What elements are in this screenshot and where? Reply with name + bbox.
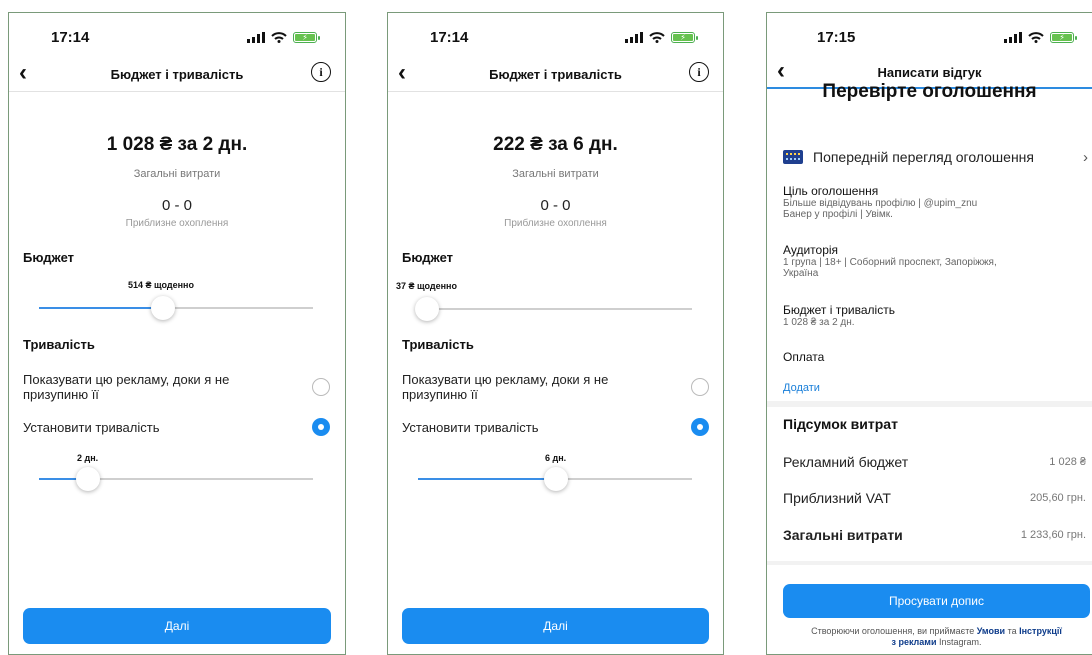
status-time: 17:14: [430, 29, 469, 46]
budget-line: 1 028 ₴ за 2 дн.: [783, 317, 855, 328]
cost-label-total: Загальні витрати: [783, 527, 903, 543]
reach-label: Приблизне охоплення: [125, 218, 229, 229]
audience-line-2: Україна: [783, 268, 819, 279]
duration-slider-value: 6 дн.: [545, 453, 567, 463]
battery-icon: ⚡: [293, 32, 320, 43]
cost-row-vat: Приблизний VAT 205,60 грн.: [783, 490, 1086, 506]
ad-guides-link-2[interactable]: з реклами: [891, 637, 936, 647]
duration-slider-thumb[interactable]: [544, 467, 568, 491]
section-divider: [767, 401, 1092, 407]
total-spend-label: Загальні витрати: [133, 168, 221, 180]
legal-text-and: та: [1007, 626, 1017, 636]
phone-screen-review: 17:15 ⚡ ‹ Написати відгук Перевірте огол…: [766, 12, 1092, 655]
chevron-right-icon[interactable]: ›: [1083, 149, 1088, 166]
page-title: Написати відгук: [877, 65, 982, 80]
budget-slider-value: 514 ₴ щоденно: [128, 280, 194, 290]
next-button[interactable]: Далі: [402, 608, 709, 644]
wifi-icon: [271, 32, 287, 43]
duration-slider-value: 2 дн.: [77, 453, 99, 463]
duration-slider-thumb[interactable]: [76, 467, 100, 491]
cost-value-total: 1 233,60 грн.: [1020, 529, 1086, 541]
budget-slider-thumb[interactable]: [151, 296, 175, 320]
signal-icon: [247, 32, 265, 43]
duration-slider[interactable]: [418, 467, 692, 491]
audience-line-1: 1 група | 18+ | Соборний проспект, Запор…: [783, 257, 997, 268]
option-until-pause[interactable]: Показувати цю рекламу, доки я не призупи…: [23, 372, 273, 402]
add-payment-link[interactable]: Додати: [783, 382, 1082, 394]
ad-preview-label: Попередній перегляд оголошення: [813, 149, 1034, 165]
budget-slider-value: 37 ₴ щоденно: [396, 281, 457, 291]
summary-title: Підсумок витрат: [783, 416, 898, 432]
reach-value: 0 - 0: [161, 197, 192, 214]
signal-icon: [625, 32, 643, 43]
nav-bar: ‹ Бюджет і тривалість i: [9, 57, 345, 92]
goal-line-2: Банер у профілі | Увімк.: [783, 209, 893, 220]
goal-title: Ціль оголошення: [783, 184, 879, 198]
duration-heading: Тривалість: [402, 337, 474, 352]
option-until-pause[interactable]: Показувати цю рекламу, доки я не призупи…: [402, 372, 652, 402]
info-icon[interactable]: i: [311, 62, 331, 82]
status-bar: 17:15 ⚡: [767, 29, 1092, 51]
budget-heading: Бюджет: [23, 250, 74, 265]
cost-value-budget: 1 028 ₴: [1049, 456, 1086, 468]
promote-post-button[interactable]: Просувати допис: [783, 584, 1090, 618]
radio-set-duration[interactable]: [312, 418, 330, 436]
radio-until-pause[interactable]: [691, 378, 709, 396]
legal-text-end: Instagram.: [939, 637, 982, 647]
page-title: Бюджет і тривалість: [110, 67, 244, 82]
signal-icon: [1004, 32, 1022, 43]
duration-slider[interactable]: [39, 467, 313, 491]
reach-label: Приблизне охоплення: [504, 218, 607, 229]
total-spend: 1 028 ₴ за 2 дн.: [106, 134, 248, 155]
cost-value-vat: 205,60 грн.: [1030, 492, 1086, 504]
radio-set-duration[interactable]: [691, 418, 709, 436]
page-title: Бюджет і тривалість: [489, 67, 622, 82]
status-bar: 17:14 ⚡: [388, 29, 723, 51]
info-icon[interactable]: i: [689, 62, 709, 82]
terms-link[interactable]: Умови: [977, 626, 1005, 636]
legal-text: Створюючи оголошення, ви приймаєте Умови…: [783, 626, 1090, 648]
cost-label-budget: Рекламний бюджет: [783, 454, 909, 470]
ad-preview-row[interactable]: Попередній перегляд оголошення: [783, 149, 1034, 165]
radio-until-pause[interactable]: [312, 378, 330, 396]
budget-slider-thumb[interactable]: [415, 297, 439, 321]
battery-icon: ⚡: [671, 32, 698, 43]
audience-row[interactable]: Аудиторія 1 група | 18+ | Соборний просп…: [783, 243, 1082, 279]
audience-title: Аудиторія: [783, 243, 839, 257]
status-time: 17:15: [817, 29, 856, 46]
duration-heading: Тривалість: [23, 337, 95, 352]
goal-line-1: Більше відвідувань профілю | @upim_znu: [783, 198, 978, 209]
section-divider: [767, 561, 1092, 565]
next-button[interactable]: Далі: [23, 608, 331, 644]
ad-thumbnail-icon: [783, 150, 803, 164]
wifi-icon: [649, 32, 665, 43]
budget-slider[interactable]: [415, 297, 692, 321]
phone-screen-budget-1: 17:14 ⚡ ‹ Бюджет і тривалість i 1 028 ₴ …: [8, 12, 346, 655]
payment-row: Оплата: [783, 350, 1082, 364]
status-time: 17:14: [51, 29, 90, 46]
budget-row[interactable]: Бюджет і тривалість 1 028 ₴ за 2 дн.: [783, 303, 1082, 328]
option-set-duration[interactable]: Установити тривалість: [402, 420, 538, 435]
reach-value: 0 - 0: [540, 197, 571, 214]
option-set-duration[interactable]: Установити тривалість: [23, 420, 159, 435]
status-bar: 17:14 ⚡: [9, 29, 345, 51]
ad-guides-link[interactable]: Інструкції: [1019, 626, 1062, 636]
total-spend: 222 ₴ за 6 дн.: [493, 134, 618, 155]
review-heading: Перевірте оголошення: [822, 81, 1037, 101]
cost-row-total: Загальні витрати 1 233,60 грн.: [783, 527, 1086, 543]
cost-label-vat: Приблизний VAT: [783, 490, 891, 506]
budget-heading: Бюджет: [402, 250, 453, 265]
phone-screen-budget-2: 17:14 ⚡ ‹ Бюджет і тривалість i 222 ₴ за…: [387, 12, 724, 655]
total-spend-label: Загальні витрати: [512, 168, 599, 180]
goal-row[interactable]: Ціль оголошення Більше відвідувань профі…: [783, 184, 1082, 220]
nav-bar: ‹ Бюджет і тривалість i: [388, 57, 723, 92]
legal-text-start: Створюючи оголошення, ви приймаєте: [811, 626, 975, 636]
payment-title: Оплата: [783, 350, 825, 364]
wifi-icon: [1028, 32, 1044, 43]
budget-slider[interactable]: [39, 296, 313, 320]
budget-title: Бюджет і тривалість: [783, 303, 895, 317]
battery-icon: ⚡: [1050, 32, 1077, 43]
cost-row-budget: Рекламний бюджет 1 028 ₴: [783, 454, 1086, 470]
